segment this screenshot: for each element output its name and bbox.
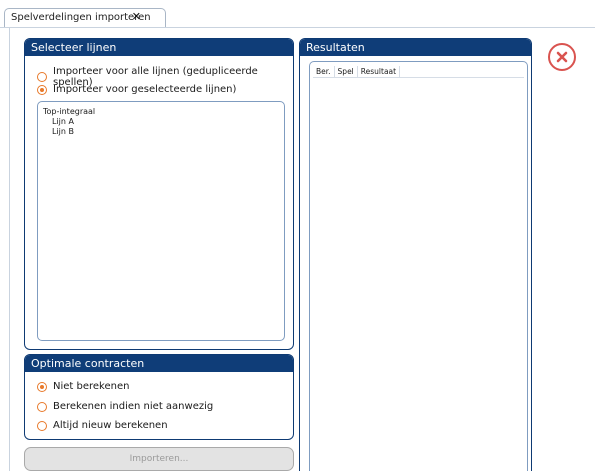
column-resultaat[interactable]: Resultaat [358,66,401,77]
optimal-contracts-panel: Optimale contracten Niet berekenen Berek… [24,354,294,440]
tab-spelverdelingen[interactable]: Spelverdelingen importeren ✕ [4,8,166,28]
tab-strip-border [0,27,595,28]
import-button[interactable]: Importeren... [24,447,294,471]
radio-niet-berekenen-label: Niet berekenen [53,381,130,392]
results-column-headers: Ber. Spel Resultaat [313,66,524,78]
results-grid[interactable]: Ber. Spel Resultaat [309,61,528,471]
column-ber[interactable]: Ber. [313,66,335,77]
radio-selected-lines-label: Importeer voor geselecteerde lijnen) [53,84,237,95]
select-lines-header: Selecteer lijnen [25,39,293,56]
tab-close-icon[interactable]: ✕ [132,8,141,26]
radio-berekenen-indien[interactable]: Berekenen indien niet aanwezig [37,401,213,412]
radio-berekenen-indien-indicator[interactable] [37,401,47,412]
tab-strip: Spelverdelingen importeren ✕ [0,0,595,28]
radio-altijd-nieuw-label: Altijd nieuw berekenen [53,420,168,431]
results-header: Resultaten [300,39,531,56]
select-lines-panel: Selecteer lijnen Importeer voor alle lij… [24,38,294,350]
radio-altijd-nieuw[interactable]: Altijd nieuw berekenen [37,420,168,431]
radio-berekenen-indien-label: Berekenen indien niet aanwezig [53,401,214,412]
radio-altijd-nieuw-indicator[interactable] [37,420,47,431]
tree-item-top-integraal[interactable]: Top-integraal [38,107,284,117]
radio-selected-lines[interactable]: Importeer voor geselecteerde lijnen) [37,84,236,95]
optimal-contracts-header: Optimale contracten [25,355,293,372]
close-circle-icon[interactable] [548,43,576,71]
radio-niet-berekenen[interactable]: Niet berekenen [37,381,129,392]
close-x-glyph [556,51,568,63]
radio-all-lines-indicator[interactable] [37,72,47,82]
tree-item-lijn-a[interactable]: Lijn A [38,117,284,127]
lines-tree[interactable]: Top-integraal Lijn A Lijn B [37,101,285,341]
results-panel: Resultaten Ber. Spel Resultaat [299,38,532,471]
radio-selected-lines-indicator[interactable] [37,84,47,95]
content-border [9,28,10,471]
column-spel[interactable]: Spel [335,66,358,77]
radio-niet-berekenen-indicator[interactable] [37,381,47,392]
tree-item-lijn-b[interactable]: Lijn B [38,127,284,137]
tab-title: Spelverdelingen importeren [11,12,151,23]
